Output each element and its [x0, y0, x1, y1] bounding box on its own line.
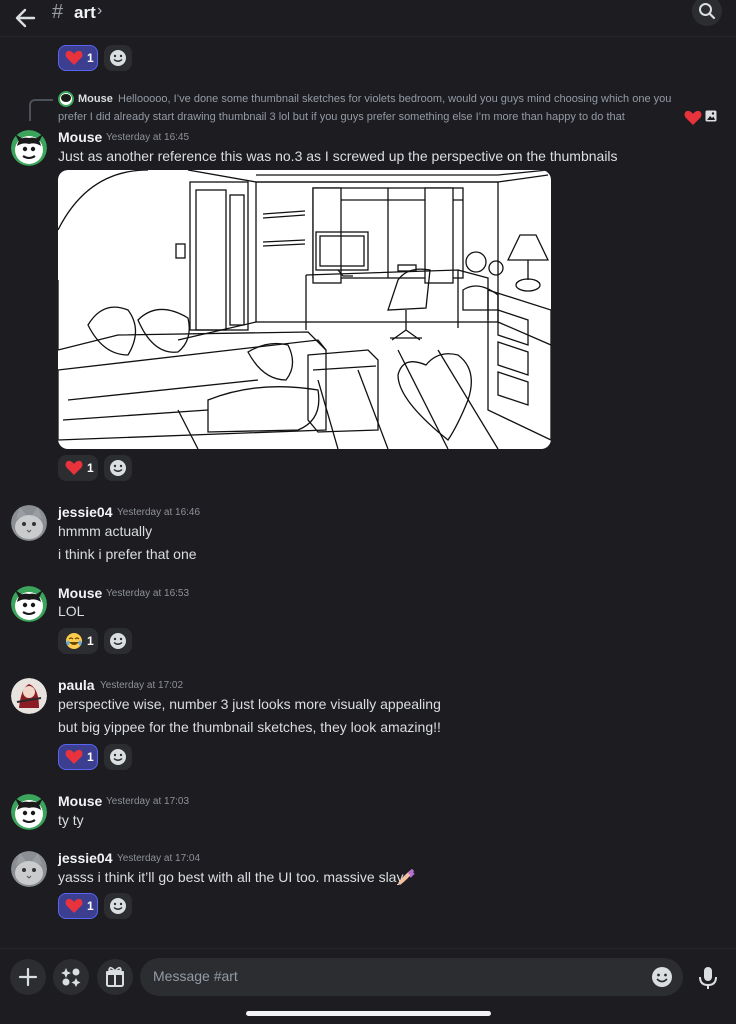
heart-emoji-icon [65, 460, 83, 475]
add-reaction-button[interactable] [104, 893, 132, 919]
message-timestamp: Yesterday at 17:02 [100, 680, 184, 691]
reply-connector [29, 99, 53, 121]
add-reaction-button[interactable] [104, 744, 132, 770]
message-input[interactable]: Message #art [140, 958, 683, 996]
nail-polish-emoji-icon [398, 869, 415, 885]
add-reaction-button[interactable] [104, 628, 132, 654]
avatar[interactable] [11, 851, 47, 887]
avatar[interactable] [11, 678, 47, 714]
back-arrow-icon[interactable] [12, 4, 40, 32]
add-reaction-button[interactable] [104, 455, 132, 481]
add-reaction-button[interactable] [104, 45, 132, 71]
heart-emoji-icon [684, 110, 702, 125]
heart-emoji-icon [65, 50, 83, 65]
reaction-count: 1 [87, 461, 94, 475]
message-text: perspective wise, number 3 just looks mo… [58, 696, 441, 712]
message-timestamp: Yesterday at 16:53 [106, 588, 190, 599]
image-attachment-icon [705, 110, 717, 122]
avatar[interactable] [11, 505, 47, 541]
heart-emoji-icon [65, 898, 83, 913]
microphone-icon[interactable] [690, 959, 726, 995]
reaction-count: 1 [87, 634, 94, 648]
heart-emoji-icon [65, 749, 83, 764]
avatar[interactable] [11, 130, 47, 166]
reaction-count: 1 [87, 51, 94, 65]
reply-avatar[interactable] [58, 91, 74, 107]
message-text: LOL [58, 603, 85, 619]
message-input-placeholder: Message #art [153, 968, 238, 984]
message-author[interactable]: jessie04 [58, 850, 113, 866]
message-text: i think i prefer that one [58, 546, 197, 562]
reaction-count: 1 [87, 899, 94, 913]
laughing-crying-emoji-icon [66, 633, 82, 649]
reaction-heart[interactable]: 1 [58, 45, 98, 71]
reaction-count: 1 [87, 750, 94, 764]
plus-icon[interactable] [10, 959, 46, 995]
smiley-icon [110, 460, 126, 476]
message-text: ty ty [58, 812, 84, 828]
message-author[interactable]: jessie04 [58, 504, 113, 520]
channel-header: # art › [0, 0, 736, 37]
message-author[interactable]: Mouse [58, 129, 102, 145]
message-author[interactable]: Mouse [58, 585, 102, 601]
apps-icon[interactable] [53, 959, 89, 995]
message-text: yasss i think it’ll go best with all the… [58, 869, 404, 885]
message-text: Just as another reference this was no.3 … [58, 148, 618, 164]
home-indicator [246, 1011, 491, 1016]
message-author[interactable]: paula [58, 677, 95, 693]
message-text: hmmm actually [58, 523, 153, 539]
reaction-laughing[interactable]: 1 [58, 628, 98, 654]
message-timestamp: Yesterday at 17:04 [117, 853, 201, 864]
reply-author[interactable]: Mouse [78, 93, 113, 105]
emoji-picker-icon[interactable] [651, 966, 673, 988]
avatar[interactable] [11, 794, 47, 830]
message-text: but big yippee for the thumbnail sketche… [58, 719, 441, 735]
smiley-icon [110, 898, 126, 914]
smiley-icon [110, 749, 126, 765]
channel-hash-icon: # [52, 1, 64, 23]
reaction-heart[interactable]: 1 [58, 744, 98, 770]
smiley-icon [110, 633, 126, 649]
gift-icon[interactable] [97, 959, 133, 995]
message-author[interactable]: Mouse [58, 793, 102, 809]
search-icon[interactable] [692, 0, 722, 26]
message-timestamp: Yesterday at 17:03 [106, 796, 190, 807]
reaction-heart[interactable]: 1 [58, 455, 98, 481]
attached-image[interactable] [58, 170, 551, 449]
message-timestamp: Yesterday at 16:46 [117, 507, 201, 518]
chevron-right-icon[interactable]: › [97, 2, 102, 20]
reply-text-line1[interactable]: Hellooooo, I’ve done some thumbnail sket… [118, 93, 671, 105]
message-timestamp: Yesterday at 16:45 [106, 132, 190, 143]
reply-text-line2[interactable]: prefer I did already start drawing thumb… [58, 111, 625, 123]
reaction-heart[interactable]: 1 [58, 893, 98, 919]
channel-name[interactable]: art [74, 3, 96, 23]
smiley-icon [110, 50, 126, 66]
avatar[interactable] [11, 586, 47, 622]
